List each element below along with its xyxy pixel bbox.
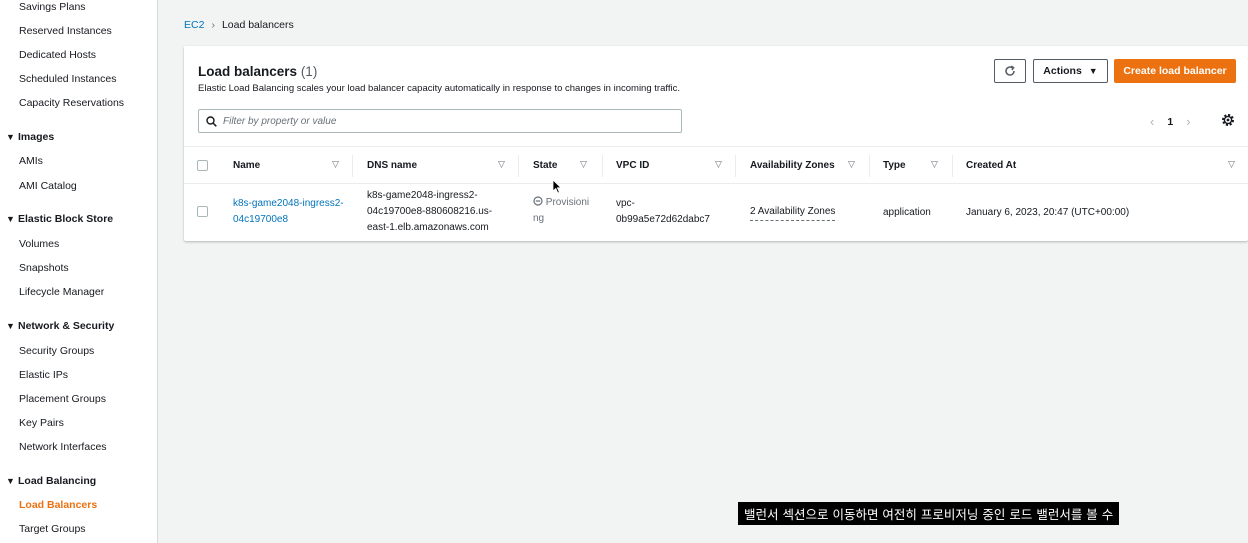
column-header-availability-zones[interactable]: Availability Zones	[750, 160, 835, 171]
actions-button[interactable]: Actions ▼	[1033, 59, 1108, 83]
column-header-state[interactable]: State	[533, 160, 557, 171]
breadcrumb: EC2 › Load balancers	[184, 19, 294, 31]
caret-down-icon: ▼	[6, 321, 15, 331]
sidebar-section-label: Network & Security	[18, 320, 115, 332]
actions-label: Actions	[1043, 65, 1082, 77]
refresh-button[interactable]	[994, 59, 1026, 83]
column-header-vpc-id[interactable]: VPC ID	[616, 160, 649, 171]
filter-search-box[interactable]	[198, 109, 682, 133]
vpc-line: 0b99a5e72d62dabc7	[616, 214, 710, 225]
state-text: ng	[533, 213, 545, 224]
column-divider	[735, 155, 736, 177]
caret-down-icon: ▼	[6, 132, 15, 142]
state-cell: Provisioni ng	[533, 195, 589, 227]
availability-zones-cell[interactable]: 2 Availability Zones	[750, 205, 836, 221]
sidebar-item-load-balancers[interactable]: Load Balancers	[19, 499, 97, 511]
item-count: (1)	[300, 64, 318, 79]
caret-down-icon: ▼	[1088, 66, 1098, 76]
sort-icon[interactable]: ▽	[332, 159, 339, 170]
page-number[interactable]: 1	[1167, 116, 1173, 128]
sidebar-item-volumes[interactable]: Volumes	[19, 238, 59, 250]
sort-icon[interactable]: ▽	[1228, 159, 1235, 170]
page-title: Load balancers (1)	[198, 64, 317, 79]
panel-description: Elastic Load Balancing scales your load …	[198, 83, 680, 94]
column-divider	[352, 155, 353, 177]
chevron-right-icon[interactable]: ›	[1186, 114, 1190, 129]
sidebar-item-amis[interactable]: AMIs	[19, 155, 43, 167]
sidebar-section-label: Images	[18, 131, 55, 143]
sort-icon[interactable]: ▽	[498, 159, 505, 170]
sidebar-section-label: Load Balancing	[18, 475, 97, 487]
caret-down-icon: ▼	[6, 476, 15, 486]
sidebar-item-target-groups[interactable]: Target Groups	[19, 523, 86, 535]
vpc-line: vpc-	[616, 198, 635, 209]
column-header-dns-name[interactable]: DNS name	[367, 160, 417, 171]
gear-icon[interactable]	[1220, 112, 1236, 128]
table-row[interactable]: k8s-game2048-ingress2- 04c19700e8 k8s-ga…	[184, 184, 1248, 241]
sidebar-item-ami-catalog[interactable]: AMI Catalog	[19, 180, 77, 192]
caret-down-icon: ▼	[6, 214, 15, 224]
video-subtitle: 밸런서 섹션으로 이동하면 여전히 프로비저닝 중인 로드 밸런서를 볼 수	[738, 502, 1120, 525]
dns-line: 04c19700e8-880608216.us-	[367, 206, 493, 217]
sort-icon[interactable]: ▽	[848, 159, 855, 170]
breadcrumb-current: Load balancers	[221, 19, 294, 31]
pagination: ‹ 1 ›	[1150, 114, 1191, 129]
dns-name-cell: k8s-game2048-ingress2- 04c19700e8-880608…	[367, 188, 492, 236]
column-divider	[602, 155, 603, 177]
sidebar-item-capacity-reservations[interactable]: Capacity Reservations	[19, 97, 124, 109]
lb-name-line: 04c19700e8	[233, 214, 289, 225]
sidebar-section-elastic-block-store[interactable]: ▼ Elastic Block Store	[6, 213, 113, 225]
breadcrumb-ec2-link[interactable]: EC2	[184, 19, 204, 31]
column-divider	[869, 155, 870, 177]
column-divider	[952, 155, 953, 177]
sidebar-section-network-security[interactable]: ▼ Network & Security	[6, 320, 114, 332]
column-header-created-at[interactable]: Created At	[966, 160, 1016, 171]
sort-icon[interactable]: ▽	[931, 159, 938, 170]
panel-title-text: Load balancers	[198, 64, 298, 79]
state-text: Provisioni	[545, 197, 590, 208]
sidebar-item-elastic-ips[interactable]: Elastic IPs	[19, 369, 68, 381]
sidebar-item-scheduled-instances[interactable]: Scheduled Instances	[19, 73, 116, 85]
sidebar-item-security-groups[interactable]: Security Groups	[19, 345, 94, 357]
sidebar: Savings Plans Reserved Instances Dedicat…	[0, 0, 158, 543]
sidebar-item-savings-plans[interactable]: Savings Plans	[19, 1, 86, 13]
created-at-cell: January 6, 2023, 20:47 (UTC+00:00)	[966, 207, 1130, 218]
sort-icon[interactable]: ▽	[715, 159, 722, 170]
sidebar-section-load-balancing[interactable]: ▼ Load Balancing	[6, 475, 96, 487]
chevron-left-icon[interactable]: ‹	[1150, 114, 1154, 129]
search-icon	[206, 115, 217, 127]
sidebar-item-lifecycle-manager[interactable]: Lifecycle Manager	[19, 286, 104, 298]
sidebar-item-reserved-instances[interactable]: Reserved Instances	[19, 25, 112, 37]
refresh-icon	[1005, 65, 1015, 76]
select-all-checkbox[interactable]	[197, 160, 208, 171]
column-header-name[interactable]: Name	[233, 160, 260, 171]
sidebar-section-images[interactable]: ▼ Images	[6, 131, 54, 143]
create-load-balancer-button[interactable]: Create load balancer	[1114, 59, 1236, 83]
create-label: Create load balancer	[1123, 65, 1227, 77]
dns-line: k8s-game2048-ingress2-	[367, 190, 478, 201]
type-cell: application	[883, 207, 931, 218]
main-content: EC2 › Load balancers Load balancers (1) El…	[158, 0, 1248, 543]
column-header-type[interactable]: Type	[883, 160, 906, 171]
sidebar-item-snapshots[interactable]: Snapshots	[19, 262, 69, 274]
row-checkbox[interactable]	[197, 206, 208, 217]
dns-line: east-1.elb.amazonaws.com	[367, 222, 489, 233]
table-header: Name ▽ DNS name ▽ State ▽ VPC ID ▽ Avail…	[184, 146, 1248, 184]
mouse-cursor-icon	[552, 179, 562, 194]
sidebar-item-network-interfaces[interactable]: Network Interfaces	[19, 441, 107, 453]
sort-icon[interactable]: ▽	[580, 159, 587, 170]
sidebar-item-dedicated-hosts[interactable]: Dedicated Hosts	[19, 49, 96, 61]
load-balancers-panel: Load balancers (1) Elastic Load Balancin…	[184, 46, 1248, 241]
vpc-id-cell: vpc- 0b99a5e72d62dabc7	[616, 196, 710, 228]
lb-name-line: k8s-game2048-ingress2-	[233, 198, 344, 209]
sidebar-item-placement-groups[interactable]: Placement Groups	[19, 393, 106, 405]
chevron-right-icon: ›	[211, 19, 215, 31]
pending-status-icon	[533, 196, 543, 206]
sidebar-item-key-pairs[interactable]: Key Pairs	[19, 417, 64, 429]
column-divider	[518, 155, 519, 177]
lb-name-link[interactable]: k8s-game2048-ingress2- 04c19700e8	[233, 196, 344, 228]
sidebar-section-label: Elastic Block Store	[18, 213, 114, 225]
filter-input[interactable]	[223, 115, 663, 127]
